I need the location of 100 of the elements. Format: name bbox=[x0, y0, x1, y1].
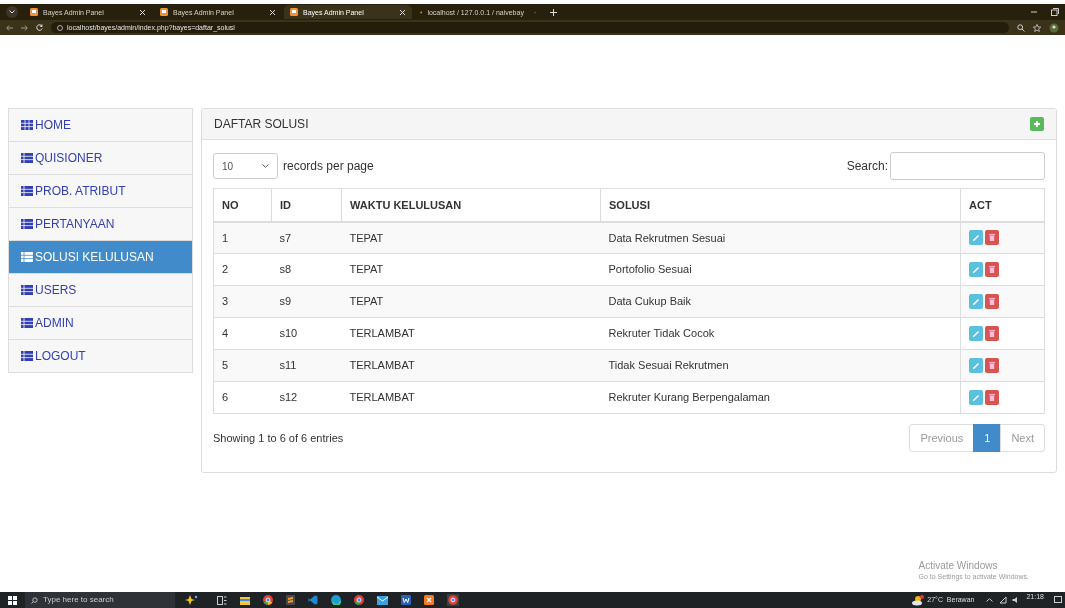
info-icon bbox=[57, 24, 63, 31]
activation-title: Activate Windows bbox=[918, 560, 999, 572]
table-cell: Portofolio Sesuai bbox=[600, 253, 961, 286]
table-cell: s12 bbox=[271, 381, 342, 414]
app-icon bbox=[30, 8, 38, 16]
table-cell: TERLAMBAT bbox=[341, 317, 601, 350]
delete-button[interactable] bbox=[985, 230, 999, 246]
table-cell: 5 bbox=[213, 349, 272, 382]
table-cell: 6 bbox=[213, 381, 272, 414]
table-cell: s9 bbox=[271, 285, 342, 318]
column-header[interactable]: ID bbox=[271, 188, 342, 222]
trash-icon bbox=[988, 265, 996, 274]
list-icon bbox=[21, 219, 33, 229]
page-button[interactable]: 1 bbox=[973, 424, 1002, 452]
chrome-icon[interactable] bbox=[263, 595, 273, 605]
weather-icon[interactable] bbox=[912, 594, 925, 606]
table-cell: TEPAT bbox=[341, 285, 601, 318]
list-icon bbox=[21, 153, 33, 163]
trash-icon bbox=[988, 329, 996, 338]
table-cell: Data Rekrutmen Sesuai bbox=[600, 221, 961, 254]
notification-icon[interactable] bbox=[1054, 596, 1062, 604]
table-icon bbox=[21, 120, 33, 130]
table-cell: s7 bbox=[271, 221, 342, 254]
table-cell: TERLAMBAT bbox=[341, 349, 601, 382]
table-cell: s10 bbox=[271, 317, 342, 350]
delete-button[interactable] bbox=[985, 262, 999, 277]
tab-list-button[interactable] bbox=[6, 6, 18, 18]
column-header[interactable]: ACT bbox=[960, 188, 1045, 222]
table-cell: Rekruter Kurang Berpengalaman bbox=[600, 381, 961, 414]
sidebar-item[interactable]: SOLUSI KELULUSAN bbox=[8, 240, 193, 274]
trash-icon bbox=[988, 233, 996, 243]
chrome-icon[interactable] bbox=[447, 594, 459, 606]
sidebar-item[interactable]: ADMIN bbox=[8, 306, 193, 340]
table-cell: TEPAT bbox=[341, 221, 601, 254]
app-icon bbox=[290, 8, 298, 16]
pencil-icon bbox=[972, 393, 980, 402]
task-view-icon[interactable] bbox=[217, 595, 227, 605]
new-tab-icon[interactable] bbox=[550, 8, 557, 16]
sublime-icon[interactable] bbox=[286, 595, 295, 605]
table-cell: 2 bbox=[213, 253, 272, 286]
folder-icon[interactable] bbox=[240, 595, 250, 605]
profile-icon[interactable] bbox=[1049, 22, 1059, 33]
column-header[interactable]: WAKTU KELULUSAN bbox=[341, 188, 601, 222]
app-icon bbox=[160, 8, 168, 16]
star-icon[interactable] bbox=[1033, 23, 1041, 32]
reload-icon[interactable] bbox=[36, 24, 43, 31]
list-icon bbox=[21, 186, 33, 196]
delete-button[interactable] bbox=[985, 294, 999, 309]
table-cell: TEPAT bbox=[341, 253, 601, 286]
delete-button[interactable] bbox=[985, 390, 999, 405]
pencil-icon bbox=[972, 233, 980, 243]
sidebar-item[interactable]: HOME bbox=[8, 108, 193, 142]
plus-icon bbox=[1033, 120, 1041, 128]
table-cell: 1 bbox=[213, 221, 272, 254]
chevron-down-icon bbox=[9, 10, 15, 14]
chrome-icon[interactable] bbox=[354, 595, 364, 605]
table-cell: 3 bbox=[213, 285, 272, 318]
trash-icon bbox=[988, 297, 996, 306]
table-cell: s8 bbox=[271, 253, 342, 286]
trash-icon bbox=[988, 361, 996, 370]
table-cell: Data Cukup Baik bbox=[600, 285, 961, 318]
xampp-icon[interactable] bbox=[424, 595, 434, 605]
word-icon[interactable] bbox=[401, 595, 411, 605]
table-cell: TERLAMBAT bbox=[341, 381, 601, 414]
search-field[interactable] bbox=[890, 152, 1045, 180]
records-select[interactable]: 10 bbox=[213, 153, 278, 179]
panel-title: DAFTAR SOLUSI bbox=[214, 116, 309, 133]
delete-button[interactable] bbox=[985, 326, 999, 341]
restore-icon[interactable] bbox=[1051, 8, 1059, 16]
forward-icon[interactable] bbox=[21, 24, 28, 31]
pencil-icon bbox=[972, 265, 980, 274]
edge-icon[interactable] bbox=[331, 595, 341, 605]
trash-icon bbox=[988, 393, 996, 402]
search-icon bbox=[31, 596, 38, 604]
table-cell: Tidak Sesuai Rekrutmen bbox=[600, 349, 961, 382]
sidebar-item[interactable]: LOGOUT bbox=[8, 339, 193, 373]
delete-button[interactable] bbox=[985, 358, 999, 373]
table-cell: s11 bbox=[271, 349, 342, 382]
network-icon[interactable] bbox=[999, 596, 1008, 604]
sidebar-item[interactable]: USERS bbox=[8, 273, 193, 307]
table-cell: Rekruter Tidak Cocok bbox=[600, 317, 961, 350]
sidebar-item[interactable]: PROB. ATRIBUT bbox=[8, 174, 193, 208]
sidebar-item[interactable]: PERTANYAAN bbox=[8, 207, 193, 241]
chevron-down-icon bbox=[262, 164, 269, 168]
pencil-icon bbox=[972, 297, 980, 306]
sidebar-item[interactable]: QUISIONER bbox=[8, 141, 193, 175]
back-icon[interactable] bbox=[6, 24, 13, 31]
column-header[interactable]: NO bbox=[213, 188, 272, 222]
chevron-up-icon[interactable] bbox=[986, 598, 994, 602]
zoom-icon[interactable] bbox=[1017, 23, 1025, 32]
pencil-icon bbox=[972, 329, 980, 338]
list-icon bbox=[21, 351, 33, 361]
list-icon bbox=[21, 252, 33, 262]
taskbar-search-field[interactable]: Type here to search bbox=[25, 592, 175, 608]
windows-start-icon[interactable] bbox=[8, 595, 17, 605]
column-header[interactable]: SOLUSI bbox=[600, 188, 961, 222]
search-label: Search: bbox=[846, 158, 888, 175]
list-icon bbox=[21, 285, 33, 295]
vscode-icon[interactable] bbox=[308, 595, 318, 605]
mail-icon[interactable] bbox=[377, 595, 388, 605]
